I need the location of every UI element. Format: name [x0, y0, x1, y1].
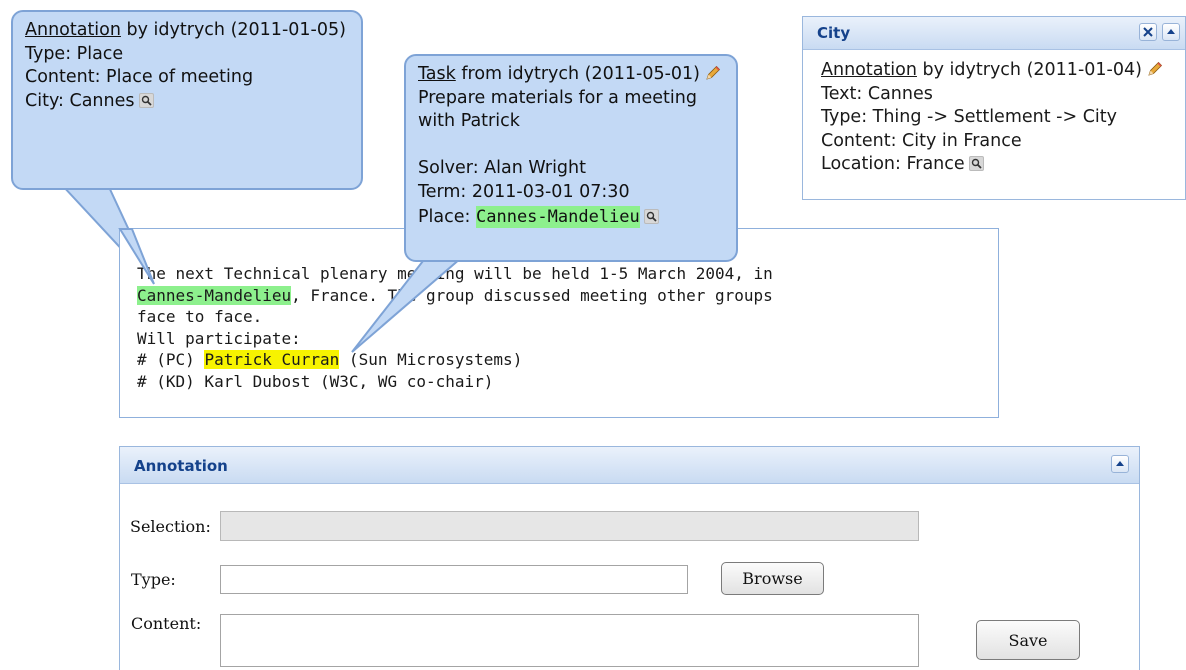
annotation-panel-title: Annotation [134, 457, 228, 475]
task-term: Term: 2011-03-01 07:30 [418, 181, 630, 202]
city-panel: City Annotation by idytrych (2011-01-04)… [802, 16, 1186, 200]
task-solver: Solver: Alan Wright [418, 158, 586, 178]
save-button[interactable]: Save [976, 620, 1080, 660]
content-textarea[interactable] [220, 614, 919, 667]
annotation-type: Type: Place [25, 43, 124, 64]
collapse-icon[interactable] [1111, 455, 1129, 473]
highlight-cannes-mandelieu[interactable]: Cannes-Mandelieu [137, 285, 292, 305]
city-panel-title: City [817, 24, 851, 42]
city-text: Text: Cannes [821, 83, 933, 104]
search-icon[interactable] [138, 92, 154, 108]
doc-line-4: Will participate: [137, 328, 301, 348]
doc-line-2: , France. The group discussed meeting ot… [291, 285, 773, 305]
task-tooltip: Task from idytrych (2011-05-01) Prepare … [404, 54, 738, 262]
doc-line-3: face to face. [137, 307, 263, 327]
task-description-2: with Patrick [418, 111, 520, 131]
highlight-patrick-curran[interactable]: Patrick Curran [204, 350, 340, 370]
selection-label: Selection: [130, 517, 211, 536]
annotation-city: City: Cannes [25, 90, 135, 111]
annotation-link[interactable]: Annotation [25, 20, 121, 40]
doc-line-1: The next Technical plenary meeting will … [137, 264, 773, 283]
annotation-tooltip: Annotation by idytrych (2011-01-05) Type… [11, 10, 363, 190]
doc-line-5-prefix: # (PC) [137, 350, 205, 370]
selection-field[interactable] [220, 511, 919, 541]
browse-button[interactable]: Browse [721, 562, 824, 595]
task-description-1: Prepare materials for a meeting [418, 87, 697, 108]
search-icon[interactable] [968, 156, 984, 171]
annotation-panel-header: Annotation [120, 447, 1139, 484]
close-icon[interactable] [1139, 23, 1157, 41]
type-label: Type: [131, 570, 176, 589]
task-link[interactable]: Task [418, 64, 456, 84]
task-place-value: Cannes-Mandelieu [476, 206, 640, 228]
annotation-author-date: by idytrych (2011-01-05) [120, 20, 346, 40]
edit-pencil-icon[interactable] [704, 64, 722, 82]
city-annotation-author-date: by idytrych (2011-01-04) [916, 60, 1142, 80]
doc-line-6: # (KD) Karl Dubost (W3C, WG co-chair) [137, 371, 494, 391]
city-panel-body: Annotation by idytrych (2011-01-04) Text… [821, 59, 1164, 177]
task-place-label: Place: [418, 207, 476, 227]
task-author-date: from idytrych (2011-05-01) [455, 64, 701, 84]
edit-pencil-icon[interactable] [1146, 60, 1164, 78]
city-location: Location: France [821, 154, 965, 174]
doc-line-5-suffix: (Sun Microsystems) [339, 350, 523, 370]
collapse-icon[interactable] [1162, 23, 1180, 41]
search-icon[interactable] [643, 209, 659, 224]
type-input[interactable] [220, 565, 688, 594]
city-annotation-link[interactable]: Annotation [821, 60, 917, 80]
annotation-content: Content: Place of meeting [25, 67, 254, 87]
city-panel-header: City [803, 17, 1185, 50]
document-text: The next Technical plenary meeting will … [137, 263, 773, 393]
city-content: Content: City in France [821, 130, 1022, 151]
city-type: Type: Thing -> Settlement -> City [821, 107, 1117, 127]
content-label: Content: [131, 614, 202, 633]
